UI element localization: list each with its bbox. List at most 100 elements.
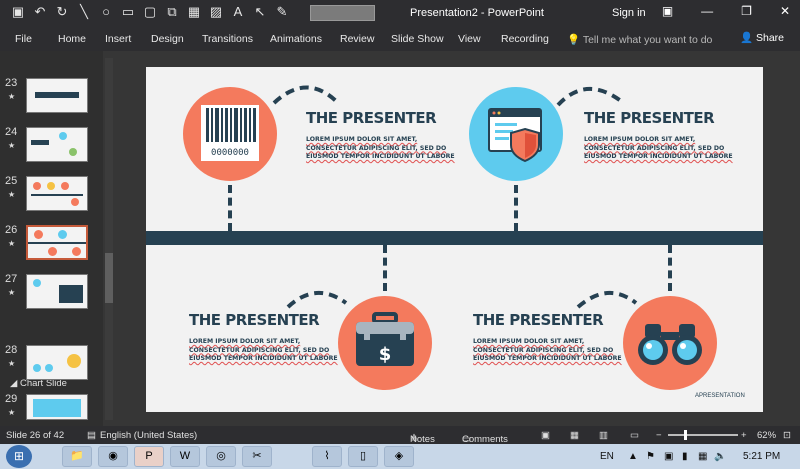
animation-star-icon: ★ — [8, 359, 16, 368]
briefcase-dollar-icon: $ — [356, 312, 414, 366]
slide-thumbnail[interactable] — [26, 78, 88, 113]
tab-home[interactable]: Home — [58, 33, 86, 45]
thumb-number: 28 — [5, 344, 18, 356]
taskbar-app-icon[interactable]: ✂ — [242, 446, 272, 467]
thumb-number: 27 — [5, 273, 18, 285]
tell-me-text: Tell me what you want to do — [582, 34, 713, 46]
window-title: Presentation2 - PowerPoint — [410, 7, 544, 19]
word-icon[interactable]: W — [170, 446, 200, 467]
animation-star-icon: ★ — [8, 239, 16, 248]
binoculars-circle — [623, 296, 717, 390]
zoom-out-icon[interactable]: − — [656, 430, 662, 441]
taskbar-app-icon[interactable]: ⌇ — [312, 446, 342, 467]
table-icon[interactable]: ▦ — [186, 4, 202, 20]
slide-show-icon[interactable]: ▭ — [630, 430, 639, 441]
keyboard-language[interactable]: EN — [600, 451, 614, 462]
close-icon[interactable]: ✕ — [780, 4, 790, 18]
slide-thumbnail[interactable] — [26, 394, 88, 420]
tray-expand-icon[interactable]: ▲ — [628, 451, 638, 462]
tab-file[interactable]: File — [15, 33, 32, 45]
tell-me-search[interactable]: 💡 Tell me what you want to do — [567, 33, 712, 46]
redo-icon[interactable]: ↻ — [54, 4, 70, 20]
shapes-icon[interactable]: ▢ — [142, 4, 158, 20]
svg-text:$: $ — [379, 344, 392, 365]
oval-shape-icon[interactable]: ○ — [98, 4, 114, 20]
slide-thumbnail[interactable] — [26, 274, 88, 309]
slide-thumbnail-selected[interactable] — [26, 225, 88, 260]
animation-star-icon: ★ — [8, 92, 16, 101]
tab-slide-show[interactable]: Slide Show — [391, 33, 444, 45]
slide-counter: Slide 26 of 42 — [6, 430, 65, 441]
select-pointer-icon[interactable]: ↖ — [252, 4, 268, 20]
normal-view-icon[interactable]: ▣ — [541, 430, 550, 441]
status-bar: Slide 26 of 42 ▤ English (United States)… — [0, 426, 800, 445]
quick-access-toolbar: ▣ ↶ ↻ ╲ ○ ▭ ▢ ⧉ ▦ ▨ A ↖ ✎ — [10, 4, 290, 20]
thumb-number: 23 — [5, 77, 18, 89]
tab-recording[interactable]: Recording — [501, 33, 549, 45]
battery-icon[interactable]: ▮ — [682, 451, 688, 462]
thumbnail-scrollbar[interactable] — [105, 58, 113, 420]
network-icon[interactable]: ▦ — [698, 451, 707, 462]
rectangle-shape-icon[interactable]: ▭ — [120, 4, 136, 20]
share-button[interactable]: 👤 Share — [740, 31, 784, 44]
security-window-icon — [488, 108, 542, 163]
lightbulb-icon: 💡 — [567, 34, 581, 46]
line-shape-icon[interactable]: ╲ — [76, 4, 92, 20]
undo-icon[interactable]: ↶ — [32, 4, 48, 20]
zoom-slider-track[interactable] — [668, 434, 738, 436]
tray-flag-icon[interactable]: ⚑ — [646, 451, 655, 462]
slide-thumbnail[interactable] — [26, 127, 88, 162]
maximize-icon[interactable]: ❐ — [741, 4, 752, 18]
watermark-text: APRESENTATION — [695, 393, 745, 399]
language-indicator[interactable]: English (United States) — [100, 430, 197, 441]
tab-review[interactable]: Review — [340, 33, 374, 45]
tab-animations[interactable]: Animations — [270, 33, 322, 45]
thumb-number: 26 — [5, 224, 18, 236]
reading-view-icon[interactable]: ▥ — [599, 430, 608, 441]
taskbar-app-icon[interactable]: ◈ — [384, 446, 414, 467]
zoom-in-icon[interactable]: + — [741, 430, 747, 441]
presenter-heading: THE PRESENTER — [473, 311, 604, 329]
share-label: Share — [756, 32, 785, 44]
tab-design[interactable]: Design — [151, 33, 184, 45]
volume-icon[interactable]: 🔈 — [714, 451, 726, 462]
format-painter-icon[interactable]: ✎ — [274, 4, 290, 20]
powerpoint-icon[interactable]: P — [134, 446, 164, 467]
animation-star-icon: ★ — [8, 288, 16, 297]
start-button[interactable]: ⊞ — [6, 445, 32, 468]
tab-insert[interactable]: Insert — [105, 33, 131, 45]
zoom-level[interactable]: 62% — [757, 430, 776, 441]
ribbon-display-icon[interactable]: ▣ — [662, 4, 673, 18]
font-size-box[interactable] — [310, 5, 375, 21]
collapse-triangle-icon[interactable]: ◢ — [10, 378, 17, 389]
person-icon: 👤 — [740, 32, 754, 44]
file-explorer-icon[interactable]: 📁 — [62, 446, 92, 467]
spellcheck-icon[interactable]: ▤ — [87, 430, 96, 441]
chrome-icon[interactable]: ◉ — [98, 446, 128, 467]
briefcase-circle: $ — [338, 296, 432, 390]
slide-thumbnail[interactable] — [26, 176, 88, 211]
fit-slide-icon[interactable]: ⊡ — [783, 430, 791, 441]
slide-sorter-icon[interactable]: ▦ — [570, 430, 579, 441]
binoculars-icon — [638, 324, 702, 365]
picture-icon[interactable]: ▨ — [208, 4, 224, 20]
font-color-icon[interactable]: A — [230, 4, 246, 20]
slide-thumbnail[interactable] — [26, 345, 88, 380]
tab-view[interactable]: View — [458, 33, 481, 45]
taskbar-app-icon[interactable]: ◎ — [206, 446, 236, 467]
presenter-heading: THE PRESENTER — [306, 109, 437, 127]
slide-canvas[interactable]: 0000000 THE PRESENTER LOREM IPSUM DOLOR … — [146, 67, 763, 412]
barcode-digits: 0000000 — [211, 148, 249, 158]
tray-app-icon[interactable]: ▣ — [664, 451, 673, 462]
thumb-number: 24 — [5, 126, 18, 138]
minimize-icon[interactable]: — — [701, 4, 713, 18]
clock[interactable]: 5:21 PM — [743, 451, 780, 462]
scrollbar-thumb[interactable] — [105, 253, 113, 303]
slide-thumbnail-pane: 23 ★ 24 ★ 25 ★ 26 ★ 27 ★ ◢ Chart Slide 2… — [0, 51, 103, 426]
group-icon[interactable]: ⧉ — [164, 4, 180, 20]
taskbar-app-icon[interactable]: ▯ — [348, 446, 378, 467]
tab-transitions[interactable]: Transitions — [202, 33, 253, 45]
sign-in-link[interactable]: Sign in — [612, 7, 646, 19]
zoom-slider-handle[interactable] — [684, 430, 687, 440]
save-icon[interactable]: ▣ — [10, 4, 26, 20]
